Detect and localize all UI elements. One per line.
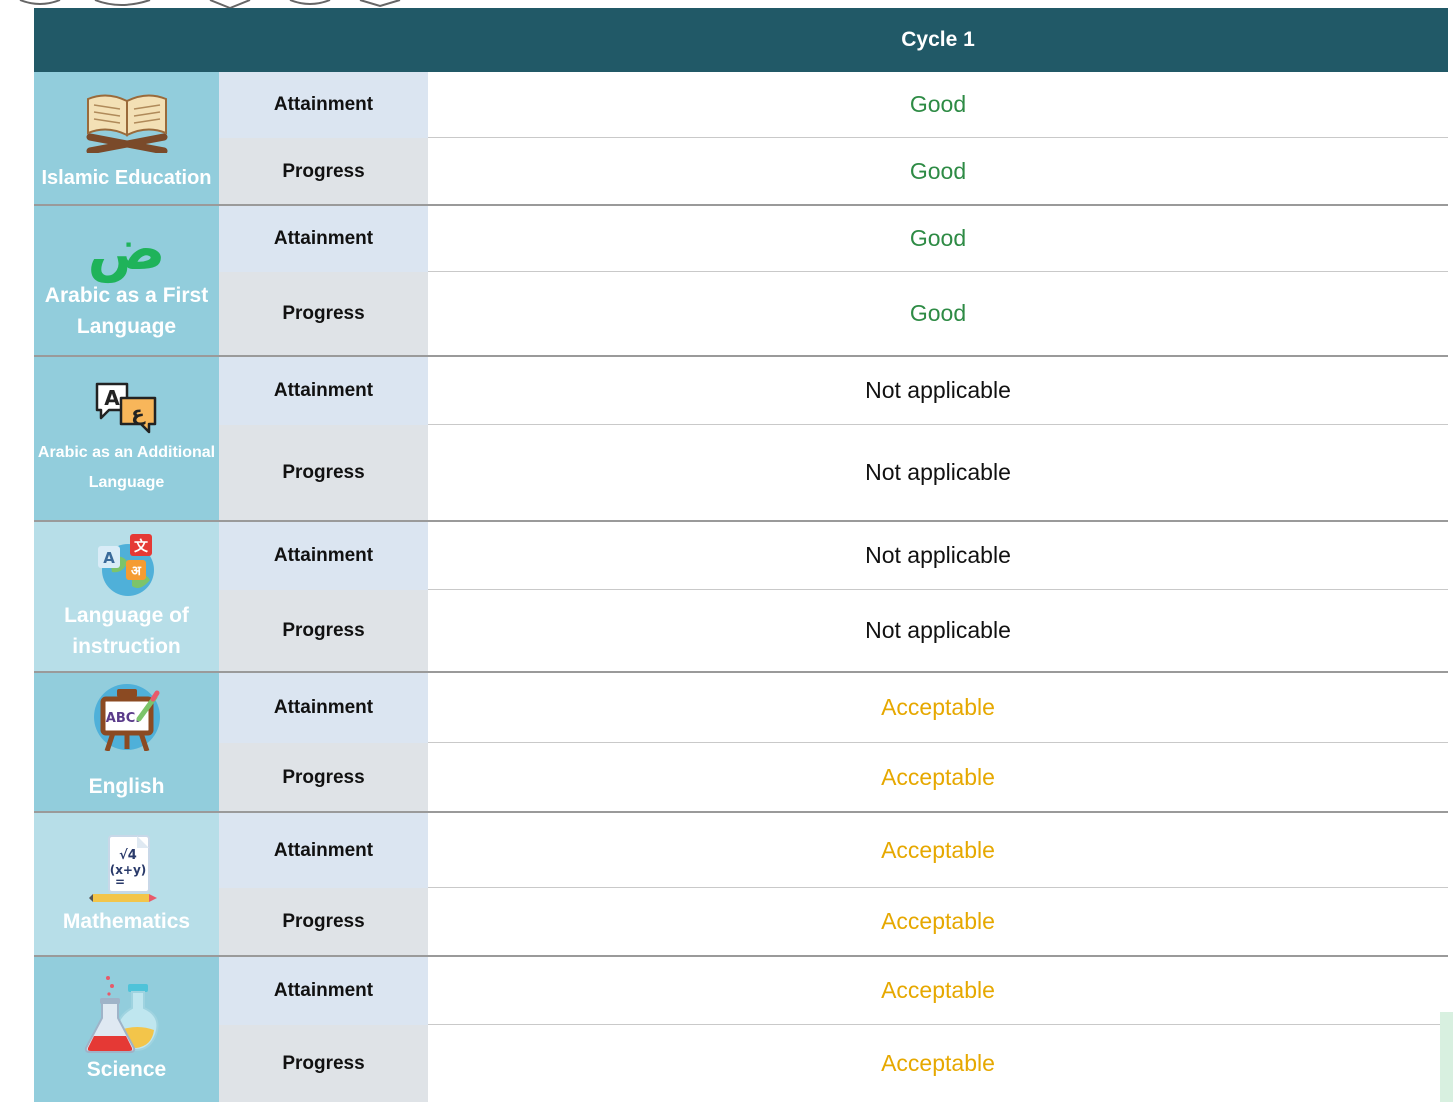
attainment-value: Not applicable (428, 522, 1448, 590)
subject-islamic-education: Islamic Education (34, 72, 219, 205)
subject-label: Mathematics (62, 909, 191, 933)
progress-value: Not applicable (428, 425, 1448, 521)
progress-value: Good (428, 138, 1448, 205)
attainment-label: Attainment (219, 673, 428, 743)
svg-text:√4: √4 (119, 848, 137, 863)
svg-text:ABC.: ABC. (105, 711, 139, 726)
subject-label: Islamic Education (41, 166, 212, 189)
value-text: Acceptable (881, 1050, 995, 1076)
progress-label: Progress (219, 425, 428, 521)
attainment-label: Attainment (219, 813, 428, 888)
svg-text:文: 文 (134, 538, 149, 555)
progress-value: Good (428, 272, 1448, 356)
value-text: Acceptable (881, 977, 995, 1003)
value-text: Not applicable (865, 542, 1011, 568)
progress-label: Progress (219, 272, 428, 356)
svg-text:=: = (114, 875, 124, 889)
subject-label: Arabic as a First Language (44, 283, 209, 339)
svg-text:ع: ع (131, 401, 146, 425)
subject-label: Arabic as an Additional Language (37, 444, 216, 491)
value-text: Good (909, 157, 967, 184)
attainment-value: Acceptable (428, 957, 1448, 1025)
attainment-value: Not applicable (428, 357, 1448, 425)
language-globe-icon: A 文 अ (92, 532, 162, 598)
value-text: Acceptable (881, 836, 995, 863)
value-text: Acceptable (881, 694, 995, 720)
progress-value: Acceptable (428, 1025, 1448, 1102)
svg-text:अ: अ (131, 564, 142, 579)
attainment-label: Attainment (219, 522, 428, 590)
table-header: Cycle 1 (34, 8, 1448, 72)
value-text: Good (909, 225, 967, 251)
svg-text:A: A (104, 386, 120, 410)
value-text: Acceptable (881, 908, 995, 934)
flasks-icon (82, 974, 172, 1054)
svg-text:A: A (103, 549, 115, 567)
value-text: Good (909, 300, 967, 326)
translation-bubbles-icon: A ع (91, 380, 163, 436)
value-text: Acceptable (881, 763, 995, 790)
subject-science: Science (34, 957, 219, 1102)
attainment-label: Attainment (219, 206, 428, 272)
side-tab (1440, 1012, 1453, 1102)
attainment-label: Attainment (219, 957, 428, 1025)
subject-label: Language of instruction (64, 603, 189, 659)
subject-arabic-first-language: ض Arabic as a First Language (34, 206, 219, 356)
attainment-value: Good (428, 72, 1448, 138)
math-notebook-icon: √4 (x+y) = (87, 832, 167, 906)
progress-label: Progress (219, 138, 428, 205)
arabic-letter-icon: ض (87, 214, 166, 283)
progress-value: Acceptable (428, 888, 1448, 956)
progress-label: Progress (219, 888, 428, 956)
subject-label: English (88, 774, 165, 798)
progress-value: Acceptable (428, 743, 1448, 812)
value-text: Not applicable (865, 377, 1011, 403)
subject-language-of-instruction: A 文 अ Language of instruction (34, 522, 219, 672)
decorative-line-art (19, 0, 401, 8)
attainment-value: Acceptable (428, 813, 1448, 888)
subject-label: Science (86, 1057, 167, 1081)
abc-easel-icon: ABC. (89, 683, 165, 751)
value-text: Good (909, 91, 967, 117)
value-text: Not applicable (865, 617, 1011, 643)
attainment-value: Good (428, 206, 1448, 272)
attainment-label: Attainment (219, 357, 428, 425)
subject-mathematics: √4 (x+y) = Mathematics (34, 813, 219, 956)
cycle-header: Cycle 1 (901, 28, 975, 51)
progress-label: Progress (219, 743, 428, 812)
progress-label: Progress (219, 590, 428, 672)
open-book-icon (82, 85, 172, 153)
progress-label: Progress (219, 1025, 428, 1102)
subject-english: ABC. English (34, 673, 219, 812)
attainment-label: Attainment (219, 72, 428, 138)
value-text: Not applicable (865, 459, 1011, 485)
attainment-value: Acceptable (428, 673, 1448, 743)
progress-value: Not applicable (428, 590, 1448, 672)
subject-arabic-additional-language: A ع Arabic as an Additional Language (34, 357, 219, 521)
